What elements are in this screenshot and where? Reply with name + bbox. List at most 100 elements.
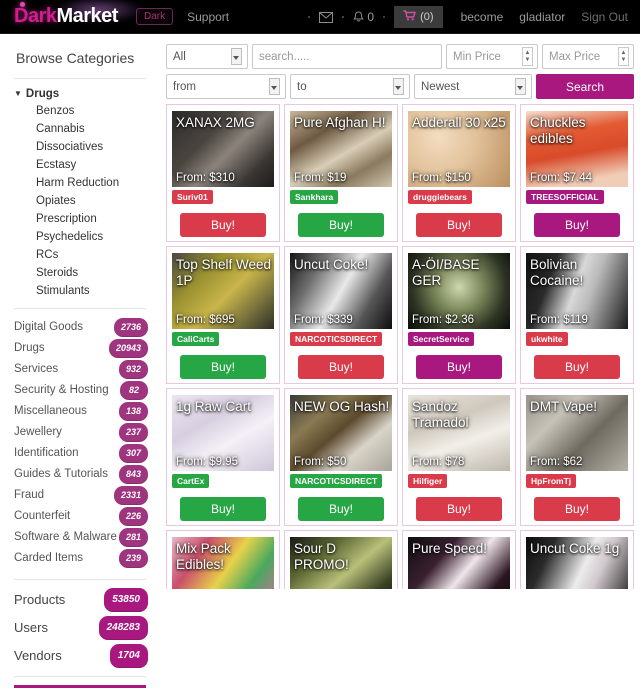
product-thumbnail: NEW OG Hash! From: $50 (290, 395, 392, 471)
vendor-badge[interactable]: Suriv01 (172, 190, 213, 204)
product-card[interactable]: NEW OG Hash! From: $50 NARCOTICSDIRECT Buy! (284, 388, 398, 526)
nav-link-gladiator[interactable]: gladiator (519, 10, 565, 24)
nav-link-signout[interactable]: Sign Out (581, 10, 628, 24)
product-thumbnail: Uncut Coke 1gFrom: $19 (526, 537, 628, 589)
sidebar-subitem-rcs[interactable]: RCs (0, 246, 160, 264)
min-price-stepper[interactable]: ▲ ▼ (522, 47, 533, 66)
buy-button[interactable]: Buy! (416, 213, 502, 237)
product-card[interactable]: XANAX 2MG From: $310 Suriv01 Buy! (166, 104, 280, 242)
buy-button[interactable]: Buy! (534, 497, 620, 521)
sidebar-subitem-cannabis[interactable]: Cannabis (0, 120, 160, 138)
sidebar-item-identification[interactable]: Identification 307 (0, 443, 160, 464)
vendor-badge[interactable]: druggiebears (408, 190, 472, 204)
cart-button[interactable]: (0) (394, 6, 443, 28)
page-body: Browse Categories ▼ Drugs Benzos Cannabis D… (0, 34, 640, 688)
buy-button[interactable]: Buy! (534, 355, 620, 379)
sidebar-item-security-hosting[interactable]: Security & Hosting 82 (0, 380, 160, 401)
product-card[interactable]: Adderall 30 x25 From: $150 druggiebears Buy… (402, 104, 516, 242)
sidebar-item-services[interactable]: Services 932 (0, 359, 160, 380)
vendor-badge[interactable]: ukwhite (526, 332, 568, 346)
vendor-badge[interactable]: Sankhara (290, 190, 339, 204)
max-price-input[interactable]: Max Price ▲ ▼ (542, 44, 634, 69)
sidebar-item-counterfeit[interactable]: Counterfeit 226 (0, 506, 160, 527)
min-price-placeholder: Min Price (453, 50, 501, 63)
sidebar-tree-root-drugs[interactable]: ▼ Drugs (0, 79, 160, 102)
vendor-badge[interactable]: SecretService (408, 332, 475, 346)
sidebar-item-software-malware[interactable]: Software & Malware 281 (0, 527, 160, 548)
max-price-stepper[interactable]: ▲ ▼ (618, 47, 629, 66)
product-card[interactable]: Sour D PROMO!From: $9.97 (284, 530, 398, 589)
sidebar-subitem-harm-reduction[interactable]: Harm Reduction (0, 174, 160, 192)
buy-button[interactable]: Buy! (534, 213, 620, 237)
product-card[interactable]: A-ÖI/BASE GER From: $2.36 SecretService Buy… (402, 246, 516, 384)
sidebar-item-digital-goods[interactable]: Digital Goods 2736 (0, 317, 160, 338)
bell-icon[interactable]: 0 (353, 10, 374, 24)
sidebar-subitem-opiates[interactable]: Opiates (0, 192, 160, 210)
nav-separator-dot (383, 16, 386, 18)
to-select[interactable]: to (290, 74, 410, 99)
product-card[interactable]: Sandoz Tramadol From: $78 Hilfiger Buy! (402, 388, 516, 526)
buy-button[interactable]: Buy! (180, 497, 266, 521)
nav-link-become[interactable]: become (461, 10, 504, 24)
nav-link-support[interactable]: Support (187, 10, 229, 24)
navbar-right-group: 0 (0) become gladiator Sign Out (305, 0, 632, 34)
vendor-badge[interactable]: HpFromTj (526, 474, 577, 488)
sidebar: Browse Categories ▼ Drugs Benzos Cannabis D… (0, 34, 160, 688)
sidebar-item-drugs[interactable]: Drugs 20943 (0, 338, 160, 359)
sidebar-subitem-stimulants[interactable]: Stimulants (0, 282, 160, 300)
min-price-input[interactable]: Min Price ▲ ▼ (446, 44, 538, 69)
sidebar-subitem-ecstasy[interactable]: Ecstasy (0, 156, 160, 174)
buy-button[interactable]: Buy! (416, 355, 502, 379)
logo-dark-text: Dark (14, 5, 57, 27)
product-card[interactable]: Uncut Coke! From: $339 NARCOTICSDIRECT Buy! (284, 246, 398, 384)
sidebar-item-jewellery[interactable]: Jewellery 237 (0, 422, 160, 443)
product-price: From: $78 (412, 456, 465, 468)
sidebar-subitem-benzos[interactable]: Benzos (0, 102, 160, 120)
sidebar-subitem-prescription[interactable]: Prescription (0, 210, 160, 228)
sidebar-item-miscellaneous[interactable]: Miscellaneous 138 (0, 401, 160, 422)
sidebar-item-label: Jewellery (14, 426, 62, 438)
logo-market-text: Market (56, 5, 118, 27)
sidebar-item-guides-tutorials[interactable]: Guides & Tutorials 843 (0, 464, 160, 485)
product-card[interactable]: Top Shelf Weed 1P From: $695 CaliCarts Buy! (166, 246, 280, 384)
nav-separator-dot (308, 16, 311, 18)
from-select[interactable]: from (166, 74, 286, 99)
vendor-badge[interactable]: NARCOTICSDIRECT (290, 332, 383, 346)
sidebar-item-fraud[interactable]: Fraud 2331 (0, 485, 160, 506)
buy-button[interactable]: Buy! (180, 355, 266, 379)
sidebar-subitem-dissociatives[interactable]: Dissociatives (0, 138, 160, 156)
buy-button[interactable]: Buy! (416, 497, 502, 521)
product-price: From: $7.44 (530, 172, 592, 184)
product-card[interactable]: Pure Speed!From: $11.77 (402, 530, 516, 589)
sidebar-subitem-steroids[interactable]: Steroids (0, 264, 160, 282)
sidebar-item-carded-items[interactable]: Carded Items 239 (0, 548, 160, 569)
dark-badge[interactable]: Dark (135, 8, 174, 25)
main-content: All search..... Min Price ▲ ▼ Max Price ▲… (160, 34, 640, 589)
category-select[interactable]: All (166, 44, 248, 69)
product-card[interactable]: Uncut Coke 1gFrom: $19 (520, 530, 634, 589)
buy-button[interactable]: Buy! (298, 355, 384, 379)
product-price: From: $9.95 (176, 456, 238, 468)
buy-button[interactable]: Buy! (180, 213, 266, 237)
envelope-icon[interactable] (319, 11, 334, 23)
search-button[interactable]: Search (536, 74, 634, 99)
vendor-badge[interactable]: CaliCarts (172, 332, 220, 346)
buy-button[interactable]: Buy! (298, 213, 384, 237)
vendor-badge[interactable]: TREESOFFICIAL (526, 190, 604, 204)
vendor-badge[interactable]: NARCOTICSDIRECT (290, 474, 383, 488)
search-input[interactable]: search..... (252, 44, 442, 69)
site-logo[interactable]: Dark Market (14, 0, 144, 28)
product-card[interactable]: Bolivian Cocaine! From: $119 ukwhite Buy! (520, 246, 634, 384)
sort-select[interactable]: Newest (414, 74, 532, 99)
product-card[interactable]: Pure Afghan H! From: $19 Sankhara Buy! (284, 104, 398, 242)
sidebar-subitem-psychedelics[interactable]: Psychedelics (0, 228, 160, 246)
vendor-badge[interactable]: CartEx (172, 474, 210, 488)
buy-button[interactable]: Buy! (298, 497, 384, 521)
product-thumbnail: Pure Speed!From: $11.77 (408, 537, 510, 589)
product-card[interactable]: DMT Vape! From: $62 HpFromTj Buy! (520, 388, 634, 526)
product-card[interactable]: 1g Raw Cart From: $9.95 CartEx Buy! (166, 388, 280, 526)
vendor-badge[interactable]: Hilfiger (408, 474, 448, 488)
product-card[interactable]: Chuckles edibles From: $7.44 TREESOFFICIAL… (520, 104, 634, 242)
product-card[interactable]: Mix Pack Edibles!From: $5.99 (166, 530, 280, 589)
